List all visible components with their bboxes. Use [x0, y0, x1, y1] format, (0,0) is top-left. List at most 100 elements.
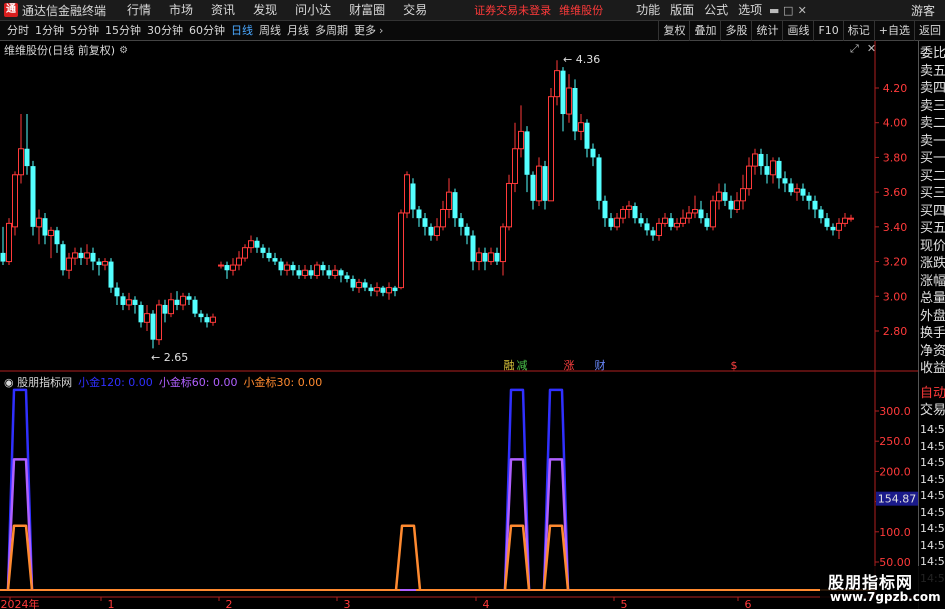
period-tab-30min[interactable]: 30分钟	[144, 21, 186, 41]
candle-up	[770, 160, 776, 176]
indicator-header: ◉ 股朋指标网 小金120: 0.00 小金标60: 0.00 小金标30: 0…	[4, 374, 322, 390]
candle-down	[494, 252, 500, 262]
period-tab-weekly[interactable]: 周线	[256, 21, 284, 41]
candle-up	[374, 287, 380, 292]
menu-item-wealth[interactable]: 财富圈	[340, 0, 394, 21]
chevron-right-icon[interactable]: ›	[379, 21, 386, 41]
candle-up	[662, 217, 668, 224]
guest-user[interactable]: 游客	[911, 2, 935, 19]
period-tab-monthly[interactable]: 月线	[284, 21, 312, 41]
close-icon[interactable]: ✕	[795, 4, 809, 17]
candle-up	[446, 191, 452, 210]
menu-item-news[interactable]: 资讯	[202, 0, 244, 21]
candle-down	[470, 235, 476, 262]
candle-down	[198, 313, 204, 318]
candle-up	[126, 299, 132, 306]
candle-down	[368, 287, 374, 292]
back-button[interactable]: 返回	[914, 21, 945, 41]
price-tick-label: 3.40	[883, 221, 908, 234]
candle-up	[488, 252, 494, 263]
indicator-line-60: 小金标60: 0.00	[158, 376, 238, 389]
expand-icon[interactable]: ⤢	[850, 42, 859, 56]
candle-up	[6, 222, 12, 263]
menu-item-function[interactable]: 功能	[631, 0, 665, 21]
candle-down	[638, 218, 644, 224]
candle-up	[102, 261, 108, 266]
candle-down	[806, 195, 812, 201]
app-title: 通达信金融终端	[22, 3, 107, 18]
candle-down	[416, 209, 422, 219]
candle-up	[710, 200, 716, 228]
candle-up	[230, 264, 236, 271]
x-axis-label: 2024年	[1, 597, 40, 609]
menu-item-formula[interactable]: 公式	[699, 0, 733, 21]
candle-down	[788, 183, 794, 193]
minimize-icon[interactable]: ▬	[767, 4, 781, 17]
period-tab-more[interactable]: 更多	[351, 21, 379, 41]
candle-down	[698, 209, 704, 219]
multi-stock-button[interactable]: 多股	[720, 21, 751, 41]
menu-item-options[interactable]: 选项	[733, 0, 767, 21]
chart-close-icon[interactable]: ✕	[867, 42, 876, 56]
gear-icon[interactable]: ⚙	[119, 45, 128, 56]
indicator-line-120: 小金120: 0.00	[78, 376, 153, 389]
candle-up	[332, 269, 338, 276]
menu-item-market-quotes[interactable]: 行情	[118, 0, 160, 21]
trade-time: 14:56	[920, 489, 945, 502]
trade-time: 14:56	[920, 472, 945, 486]
period-tab-daily[interactable]: 日线	[228, 21, 256, 41]
candle-down	[24, 148, 30, 167]
menu-item-discover[interactable]: 发现	[244, 0, 286, 21]
candle-up	[554, 70, 560, 98]
candle-up	[620, 209, 626, 219]
event-markers: 融减 涨 财 $	[504, 358, 738, 372]
candle-up	[506, 182, 512, 228]
period-tab-5min[interactable]: 5分钟	[67, 21, 102, 41]
mark-button[interactable]: 标记	[842, 21, 874, 41]
candle-down	[524, 131, 530, 175]
candle-up	[716, 191, 722, 202]
candle-up	[36, 217, 42, 228]
draw-line-button[interactable]: 画线	[782, 21, 813, 41]
candle-down	[30, 166, 36, 227]
panel-tab[interactable]: 交易	[920, 401, 945, 421]
menu-item-trade[interactable]: 交易	[394, 0, 436, 21]
kline-chart-area[interactable]: 4.20 4.00 3.80 3.60 3.40 3.20 3.00 2.80 ← 4.36 ← …	[0, 41, 918, 609]
period-tab-multi[interactable]: 多周期	[312, 21, 351, 41]
trade-time: 14:56	[920, 522, 945, 535]
watermark: 股朋指标网 www.7gpzb.com	[820, 566, 945, 609]
current-value-label: 154.87	[878, 493, 917, 506]
overlay-button[interactable]: 叠加	[689, 21, 720, 41]
candle-down	[824, 218, 830, 227]
candle-down	[60, 244, 66, 271]
candle-up	[842, 217, 848, 224]
f10-button[interactable]: F10	[813, 21, 842, 41]
period-tab-1min[interactable]: 1分钟	[32, 21, 67, 41]
trade-login-notice[interactable]: 证券交易未登录	[474, 2, 551, 18]
candle-up	[566, 87, 572, 115]
candle-down	[362, 282, 368, 288]
candle-down	[204, 317, 210, 323]
period-tab-60min[interactable]: 60分钟	[186, 21, 228, 41]
x-axis-label: 5	[621, 598, 628, 609]
period-tab-intraday[interactable]: 分时	[4, 21, 32, 41]
add-watchlist-button[interactable]: +自选	[873, 21, 914, 41]
statistics-button[interactable]: 统计	[751, 21, 782, 41]
candle-up	[500, 226, 506, 263]
menu-item-layout[interactable]: 版面	[665, 0, 699, 21]
menu-item-market[interactable]: 市场	[160, 0, 202, 21]
candle-down	[632, 206, 638, 219]
period-tab-15min[interactable]: 15分钟	[102, 21, 144, 41]
menu-item-ask[interactable]: 问小达	[286, 0, 340, 21]
event-marker: 涨	[564, 359, 575, 372]
candle-up	[18, 148, 24, 176]
x-axis-label: 2	[226, 598, 233, 609]
candle-up	[536, 165, 542, 202]
restore-icon[interactable]: □	[781, 4, 795, 17]
candle-down	[254, 240, 260, 248]
indicator-name[interactable]: ◉ 股朋指标网	[4, 374, 72, 390]
restore-rights-button[interactable]: 复权	[658, 21, 689, 41]
candle-up	[302, 269, 308, 276]
candle-down	[272, 258, 278, 262]
sub-tick-label: 300.0	[879, 405, 911, 418]
